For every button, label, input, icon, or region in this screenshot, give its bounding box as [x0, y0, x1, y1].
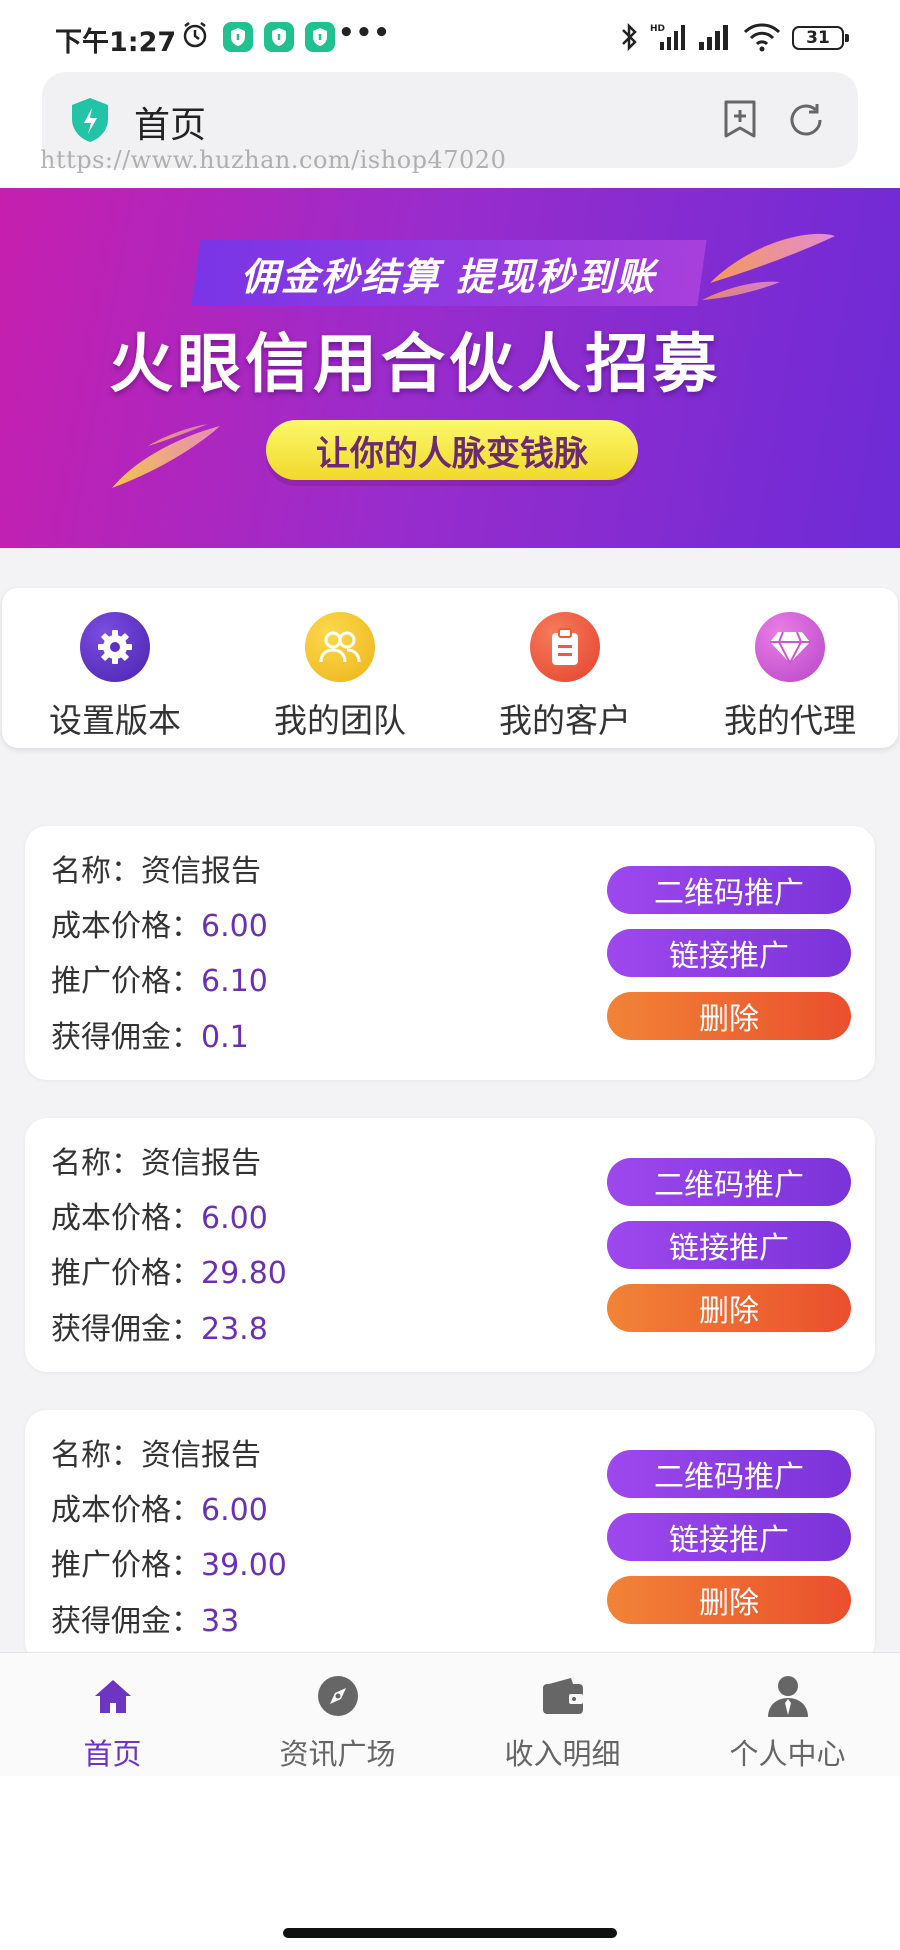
cost-price-row: 成本价格：6.00 [51, 1493, 268, 1528]
shield-icon [68, 96, 112, 148]
link-promote-button[interactable]: 链接推广 [607, 1221, 851, 1269]
clipboard-icon [530, 612, 600, 682]
banner-headline: 火眼信用合伙人招募 [109, 328, 721, 402]
diamond-icon [755, 612, 825, 682]
status-bar: 下午1:27 ••• HD 31 [0, 0, 900, 72]
product-name-row: 名称：资信报告 [51, 1438, 261, 1473]
reload-icon[interactable] [784, 98, 828, 146]
signal-icon [697, 22, 731, 56]
qr-promote-button[interactable]: 二维码推广 [607, 1158, 851, 1206]
quick-menu-settings-version[interactable]: 设置版本 [25, 612, 205, 740]
tab-label: 首页 [83, 1737, 142, 1771]
wifi-icon [742, 22, 782, 56]
quick-menu-label: 我的客户 [499, 701, 631, 740]
home-icon [90, 1673, 136, 1719]
banner-tagline-ribbon: 佣金秒结算 提现秒到账 [191, 240, 707, 306]
commission: 33 [201, 1604, 240, 1639]
tab-income-details[interactable]: 收入明细 [450, 1653, 675, 1777]
promo-price: 29.80 [201, 1256, 287, 1291]
product-name: 资信报告 [141, 1146, 261, 1181]
commission-row: 获得佣金：33 [51, 1604, 240, 1639]
status-time: 下午1:27 [55, 27, 177, 58]
tab-news-plaza[interactable]: 资讯广场 [225, 1653, 450, 1777]
delete-button[interactable]: 删除 [607, 992, 851, 1040]
delete-button[interactable]: 删除 [607, 1576, 851, 1624]
product-name: 资信报告 [141, 854, 261, 889]
link-promote-button[interactable]: 链接推广 [607, 1513, 851, 1561]
person-icon [765, 1673, 811, 1719]
wallet-icon [540, 1673, 586, 1719]
product-card: 名称：资信报告 成本价格：6.00 推广价格：6.10 获得佣金：0.1 二维码… [25, 826, 875, 1080]
promo-price: 6.10 [201, 964, 268, 999]
app-shield-icon [223, 22, 253, 52]
quick-menu-label: 我的代理 [724, 701, 856, 740]
commission-row: 获得佣金：0.1 [51, 1020, 249, 1055]
team-icon [305, 612, 375, 682]
commission-row: 获得佣金：23.8 [51, 1312, 268, 1347]
add-bookmark-icon[interactable] [720, 98, 760, 146]
bottom-tab-bar: 首页 资讯广场 收入明细 个人中心 [0, 1652, 900, 1776]
promo-price: 39.00 [201, 1548, 287, 1583]
promo-banner[interactable]: 佣金秒结算 提现秒到账 火眼信用合伙人招募 让你的人脉变钱脉 [0, 188, 900, 548]
swoosh-decoration [702, 233, 835, 300]
compass-icon [315, 1673, 361, 1719]
quick-menu-my-team[interactable]: 我的团队 [250, 612, 430, 740]
tab-label: 收入明细 [504, 1737, 621, 1771]
promo-price-row: 推广价格：6.10 [51, 964, 268, 999]
promo-price-row: 推广价格：39.00 [51, 1548, 287, 1583]
commission: 0.1 [201, 1020, 249, 1055]
banner-tagline: 佣金秒结算 提现秒到账 [241, 254, 657, 299]
quick-menu-label: 设置版本 [49, 701, 181, 740]
quick-menu-my-customers[interactable]: 我的客户 [475, 612, 655, 740]
commission: 23.8 [201, 1312, 268, 1347]
quick-menu: 设置版本 我的团队 我的客户 我的代理 [2, 588, 898, 748]
svg-text:HD: HD [650, 24, 665, 34]
quick-menu-my-agents[interactable]: 我的代理 [700, 612, 880, 740]
tab-personal-center[interactable]: 个人中心 [675, 1653, 900, 1777]
tab-label: 资讯广场 [279, 1737, 396, 1771]
app-shield-icon [305, 22, 335, 52]
browser-header: 首页 https://www.huzhan.com/ishop47020 [0, 72, 900, 188]
watermark: https://www.huzhan.com/ishop47020 [40, 146, 507, 174]
gear-icon [80, 612, 150, 682]
quick-menu-label: 我的团队 [274, 701, 406, 740]
link-promote-button[interactable]: 链接推广 [607, 929, 851, 977]
tab-label: 个人中心 [729, 1737, 846, 1771]
cost-price-row: 成本价格：6.00 [51, 1201, 268, 1236]
product-card: 名称：资信报告 成本价格：6.00 推广价格：29.80 获得佣金：23.8 二… [25, 1118, 875, 1372]
swoosh-decoration [112, 424, 220, 488]
alarm-icon [180, 20, 210, 54]
tab-home[interactable]: 首页 [0, 1653, 225, 1777]
product-name: 资信报告 [141, 1438, 261, 1473]
product-name-row: 名称：资信报告 [51, 1146, 261, 1181]
product-card: 名称：资信报告 成本价格：6.00 推广价格：39.00 获得佣金：33 二维码… [25, 1410, 875, 1664]
promo-price-row: 推广价格：29.80 [51, 1256, 287, 1291]
qr-promote-button[interactable]: 二维码推广 [607, 1450, 851, 1498]
product-name-row: 名称：资信报告 [51, 854, 261, 889]
bluetooth-icon [620, 22, 638, 56]
banner-slogan: 让你的人脉变钱脉 [266, 420, 638, 480]
page-title: 首页 [134, 105, 207, 146]
qr-promote-button[interactable]: 二维码推广 [607, 866, 851, 914]
cost-price-row: 成本价格：6.00 [51, 909, 268, 944]
cost-price: 6.00 [201, 1201, 268, 1236]
app-shield-icon [264, 22, 294, 52]
battery-indicator: 31 [792, 26, 849, 50]
more-notifications-icon: ••• [338, 18, 391, 48]
delete-button[interactable]: 删除 [607, 1284, 851, 1332]
cost-price: 6.00 [201, 1493, 268, 1528]
bottom-safe-area [0, 1776, 900, 1950]
home-indicator[interactable] [283, 1928, 617, 1938]
hd-signal-icon: HD [650, 22, 688, 56]
cost-price: 6.00 [201, 909, 268, 944]
